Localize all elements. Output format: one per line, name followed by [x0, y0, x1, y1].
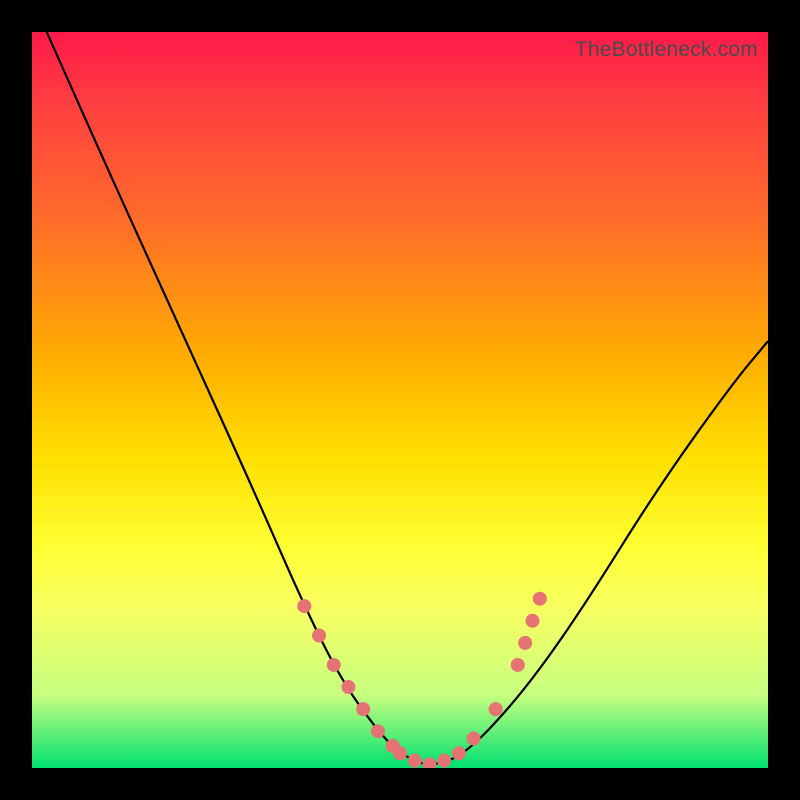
highlight-dot [511, 658, 525, 672]
plot-area: TheBottleneck.com [32, 32, 768, 768]
highlight-dot [422, 757, 436, 768]
highlight-dots [297, 592, 547, 768]
highlight-dot [533, 592, 547, 606]
highlight-dot [452, 746, 466, 760]
highlight-dot [312, 629, 326, 643]
highlight-dot [297, 599, 311, 613]
highlight-dot [518, 636, 532, 650]
highlight-dot [393, 746, 407, 760]
highlight-dot [327, 658, 341, 672]
highlight-dot [489, 702, 503, 716]
highlight-dot [356, 702, 370, 716]
bottleneck-curve [47, 32, 768, 764]
highlight-dot [341, 680, 355, 694]
chart-frame: TheBottleneck.com [0, 0, 800, 800]
highlight-dot [437, 754, 451, 768]
highlight-dot [371, 724, 385, 738]
highlight-dot [408, 754, 422, 768]
curve-layer [32, 32, 768, 768]
highlight-dot [525, 614, 539, 628]
highlight-dot [467, 732, 481, 746]
